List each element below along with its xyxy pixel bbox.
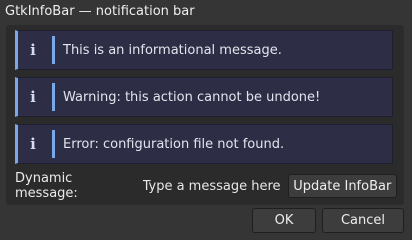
ok-button[interactable]: OK (252, 208, 316, 233)
dynamic-message-row: Dynamic message: Update InfoBar (15, 171, 397, 201)
update-infobar-button[interactable]: Update InfoBar (287, 174, 397, 198)
infobar-message: This is an informational message. (63, 42, 282, 58)
infobar-separator (52, 130, 55, 158)
dynamic-message-input[interactable] (140, 175, 284, 197)
infobar-info: i This is an informational message. (15, 30, 393, 70)
info-icon: i (30, 88, 36, 106)
infobar-message: Warning: this action cannot be undone! (63, 89, 321, 105)
info-icon: i (30, 41, 36, 59)
infobar-error: i Error: configuration file not found. (15, 124, 393, 164)
infobar-warning: i Warning: this action cannot be undone! (15, 77, 393, 117)
dynamic-message-label: Dynamic message: (15, 171, 78, 201)
infobar-message: Error: configuration file not found. (63, 136, 285, 152)
infobar-separator (52, 36, 55, 64)
info-icon: i (30, 135, 36, 153)
window-title: GtkInfoBar — notification bar (5, 4, 195, 19)
content-frame: i This is an informational message. i Wa… (6, 25, 404, 205)
infobar-separator (52, 83, 55, 111)
cancel-button[interactable]: Cancel (322, 208, 404, 233)
